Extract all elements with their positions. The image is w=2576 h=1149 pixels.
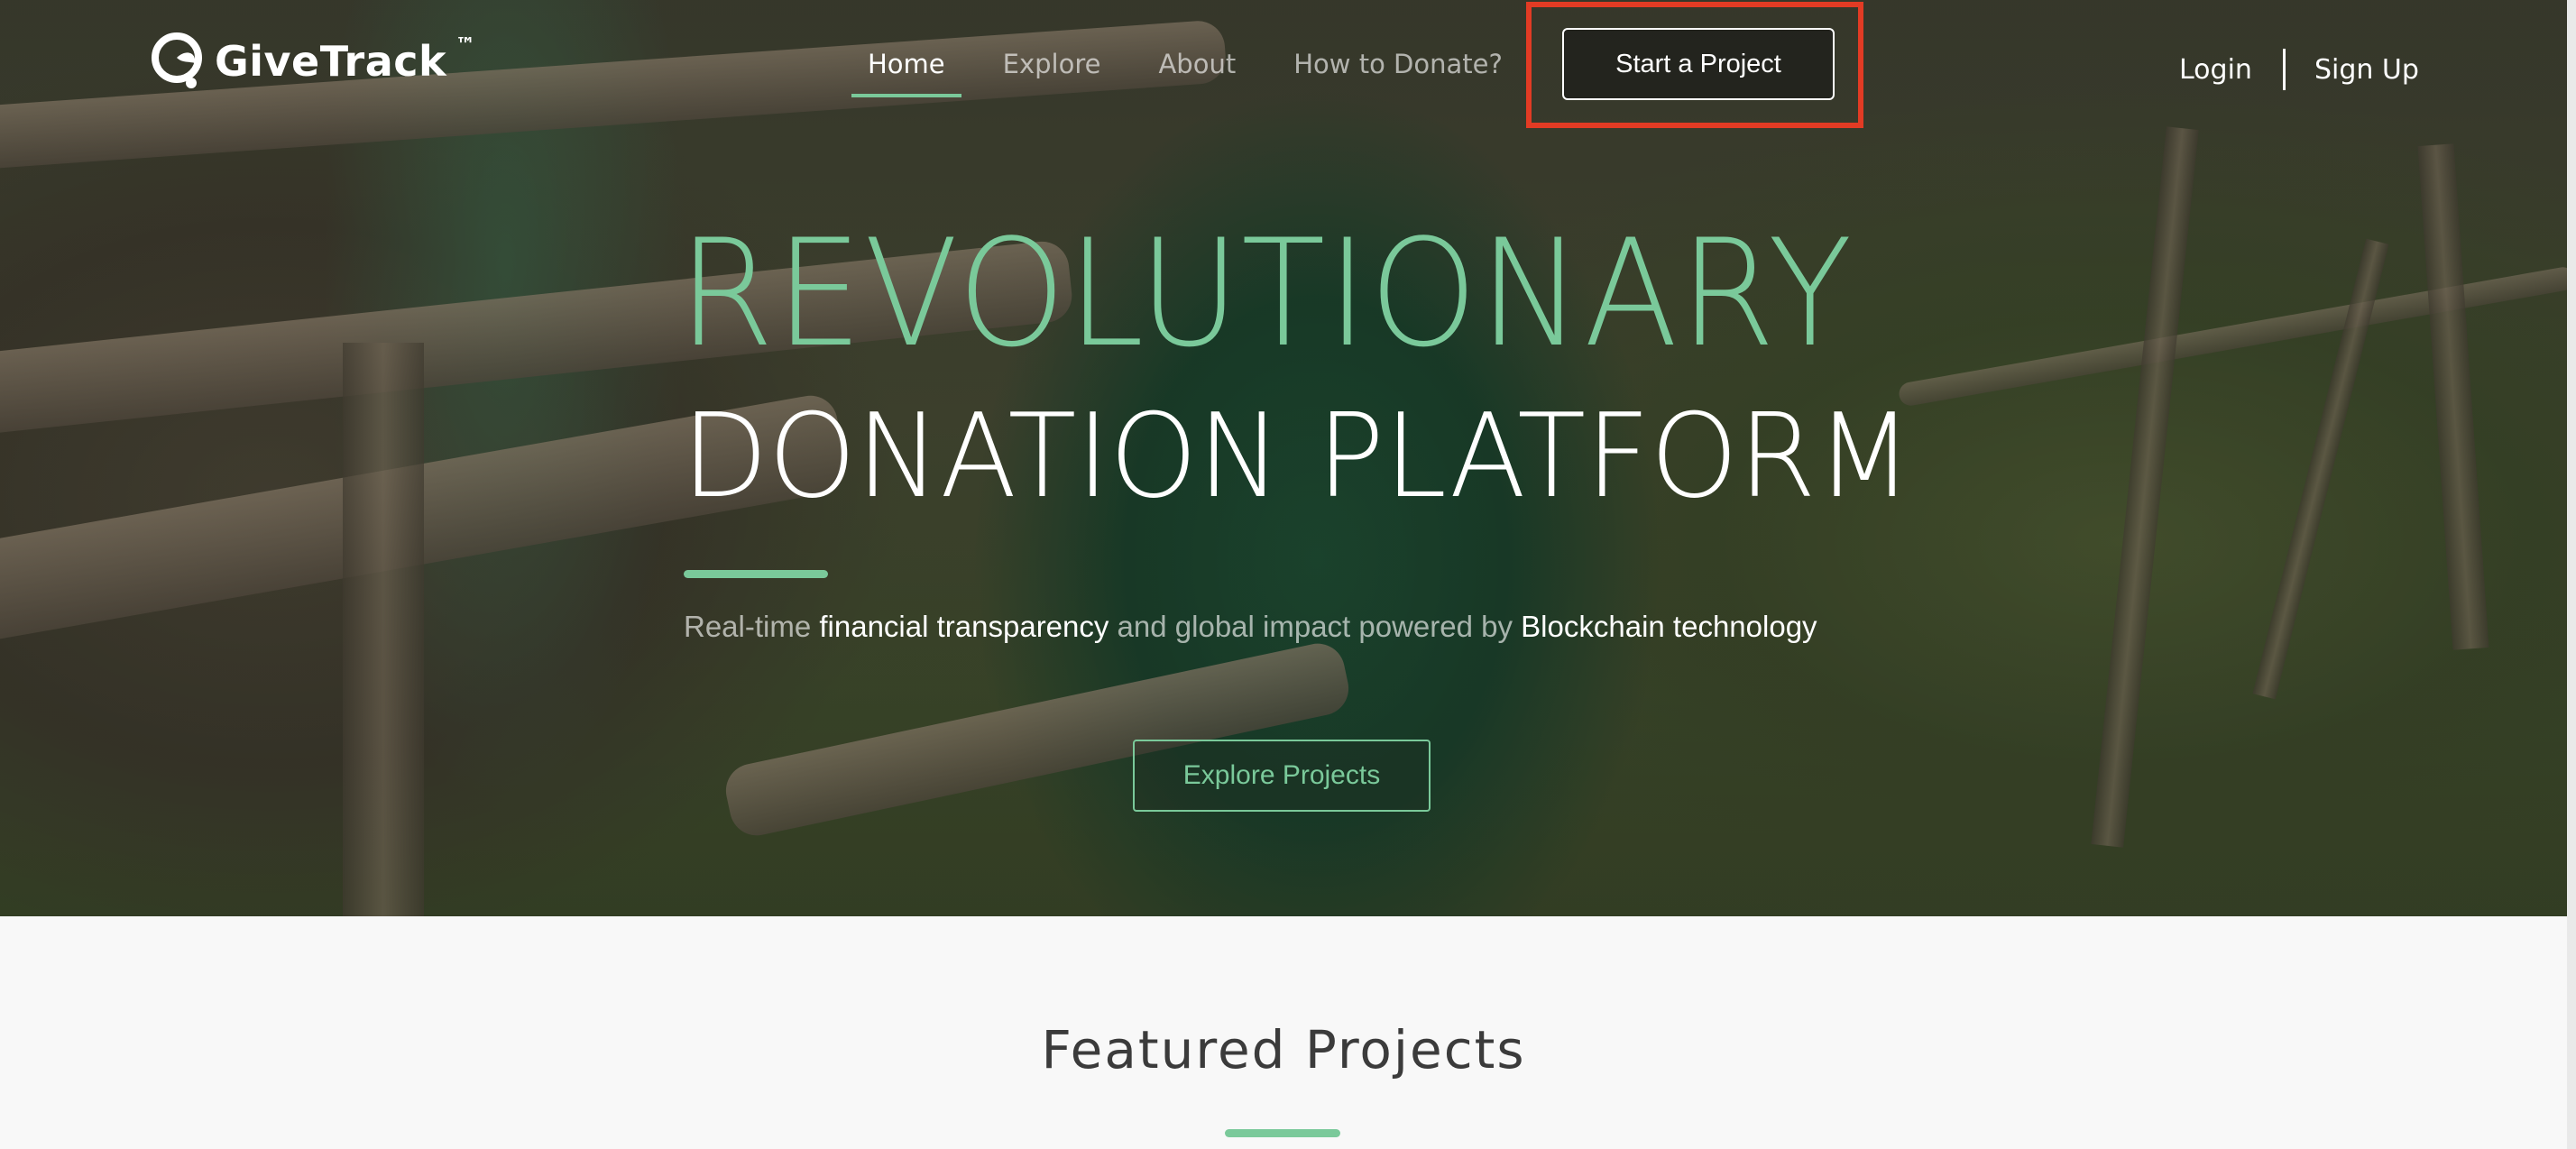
auth-links: Login Sign Up bbox=[2179, 49, 2419, 90]
login-link[interactable]: Login bbox=[2179, 54, 2252, 86]
nav-explore[interactable]: Explore bbox=[987, 43, 1118, 97]
brand-logo[interactable]: GiveTrack ™ bbox=[150, 31, 475, 92]
nav-about[interactable]: About bbox=[1142, 43, 1252, 97]
auth-divider bbox=[2282, 49, 2286, 90]
brand-name: GiveTrack bbox=[215, 37, 447, 86]
tagline-part: and global impact powered by bbox=[1109, 610, 1522, 643]
trademark-symbol: ™ bbox=[455, 33, 476, 57]
givetrack-logo-icon bbox=[152, 32, 202, 88]
nav-home[interactable]: Home bbox=[851, 43, 961, 97]
tagline-part: Real-time bbox=[684, 610, 820, 643]
nav-how-to-donate[interactable]: How to Donate? bbox=[1277, 43, 1519, 97]
hero-accent-line bbox=[684, 570, 828, 578]
explore-projects-button[interactable]: Explore Projects bbox=[1133, 740, 1431, 812]
main-nav: Home Explore About How to Donate? bbox=[851, 43, 1544, 97]
hero-tagline: Real-time financial transparency and glo… bbox=[684, 610, 1817, 644]
signup-link[interactable]: Sign Up bbox=[2314, 54, 2419, 86]
tagline-part-emphasis: Blockchain technology bbox=[1521, 610, 1817, 643]
hero-headline-secondary: DONATION PLATFORM bbox=[682, 390, 1913, 524]
page-scrollbar[interactable] bbox=[2567, 0, 2576, 1149]
featured-projects-heading: Featured Projects bbox=[1041, 1019, 1526, 1080]
tagline-part-emphasis: financial transparency bbox=[819, 610, 1109, 643]
start-project-button[interactable]: Start a Project bbox=[1562, 28, 1835, 100]
featured-accent-line bbox=[1225, 1129, 1340, 1137]
hero-headline-primary: REVOLUTIONARY bbox=[678, 207, 1854, 380]
